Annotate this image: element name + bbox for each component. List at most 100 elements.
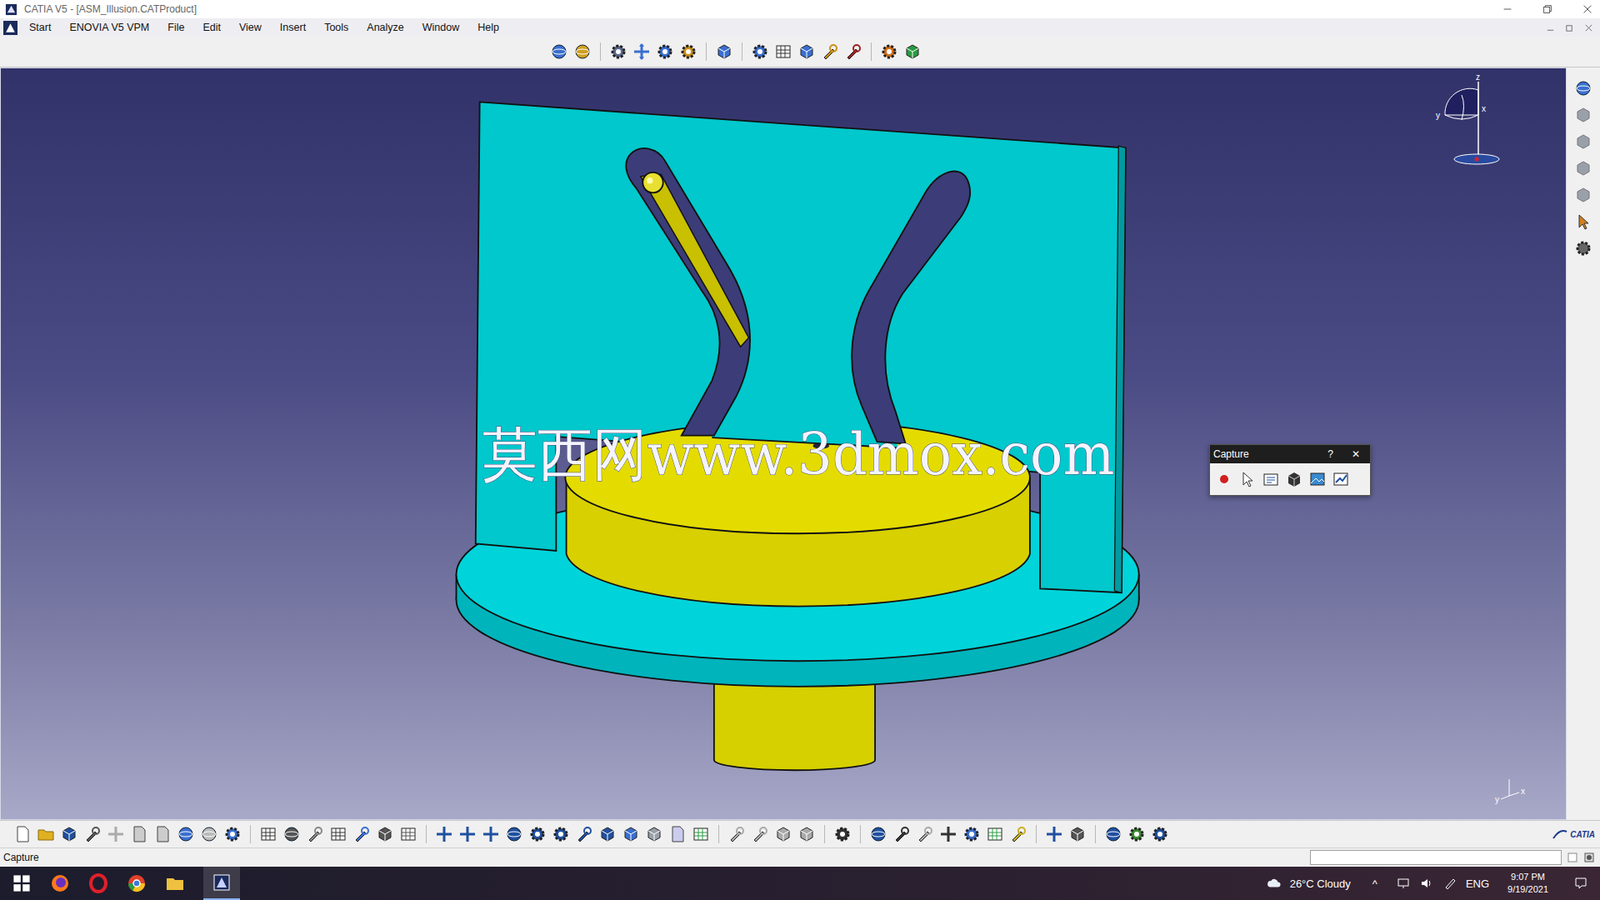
menu-item[interactable]: View — [239, 21, 262, 34]
sphere-icon[interactable] — [573, 42, 592, 61]
cloud-icon[interactable] — [1266, 876, 1282, 890]
cube-icon[interactable] — [797, 42, 816, 61]
cube-icon[interactable] — [621, 825, 640, 844]
sphere-icon[interactable] — [1104, 825, 1123, 844]
gear-icon[interactable] — [1574, 239, 1593, 258]
capture-dialog[interactable]: Capture?✕ — [1209, 444, 1371, 496]
close-button[interactable]: ✕ — [1348, 448, 1364, 460]
volume-icon[interactable] — [1419, 876, 1435, 890]
tool-icon[interactable] — [915, 825, 935, 844]
input-language[interactable]: ENG — [1465, 877, 1490, 890]
grid-icon[interactable] — [259, 825, 278, 844]
sphere-icon[interactable] — [550, 42, 569, 61]
tool-icon[interactable] — [352, 825, 371, 844]
cross-icon[interactable] — [106, 825, 125, 844]
cross-icon[interactable] — [481, 825, 500, 844]
cube-icon[interactable] — [645, 825, 664, 844]
cross-icon[interactable] — [1045, 825, 1064, 844]
grid-icon[interactable] — [1261, 470, 1280, 489]
gear-icon[interactable] — [880, 42, 899, 61]
tray-chevron[interactable]: ^ — [1372, 877, 1378, 890]
cube-icon[interactable] — [1574, 132, 1593, 151]
cross-icon[interactable] — [939, 825, 958, 844]
help-button[interactable]: ? — [1324, 448, 1337, 460]
chrome-icon[interactable] — [126, 873, 147, 894]
windows-start-icon[interactable] — [11, 873, 32, 894]
tool-icon[interactable] — [305, 825, 325, 844]
follower-arm[interactable] — [640, 174, 750, 347]
compass-icon[interactable]: zyx — [1428, 71, 1504, 176]
tool-icon[interactable] — [750, 825, 770, 844]
menu-item[interactable]: Tools — [324, 21, 349, 34]
grid-icon[interactable] — [985, 825, 1005, 844]
close-icon[interactable] — [1581, 3, 1594, 15]
gear-icon[interactable] — [750, 42, 770, 61]
catia-task-button[interactable] — [203, 866, 240, 900]
stop-icon[interactable] — [1583, 851, 1595, 864]
cube-icon[interactable] — [1068, 825, 1087, 844]
menu-item[interactable]: Help — [477, 21, 500, 34]
tool-icon[interactable] — [1331, 470, 1350, 489]
follower-pin[interactable] — [642, 172, 663, 193]
grid-icon[interactable] — [329, 825, 348, 844]
menu-item[interactable]: Insert — [280, 21, 306, 34]
cube-icon[interactable] — [797, 825, 816, 844]
mdi-close-icon[interactable] — [1584, 23, 1594, 33]
tool-icon[interactable] — [83, 825, 102, 844]
cube-icon[interactable] — [60, 825, 79, 844]
cross-icon[interactable] — [458, 825, 477, 844]
doc-icon[interactable] — [153, 825, 172, 844]
mdi-minimize-icon[interactable] — [1545, 23, 1555, 33]
cube-icon[interactable] — [1285, 470, 1304, 489]
gear-icon[interactable] — [962, 825, 981, 844]
minimize-icon[interactable] — [1501, 3, 1514, 15]
tool-icon[interactable] — [844, 42, 863, 61]
tool-icon[interactable] — [575, 825, 594, 844]
folder-icon[interactable] — [36, 825, 55, 844]
command-list-icon[interactable] — [1566, 851, 1579, 864]
doc-icon[interactable] — [1308, 470, 1327, 489]
cube-icon[interactable] — [715, 42, 734, 61]
sphere-icon[interactable] — [176, 825, 195, 844]
network-icon[interactable] — [1395, 876, 1411, 890]
sphere-icon[interactable] — [200, 825, 219, 844]
cube-icon[interactable] — [1574, 185, 1593, 205]
menu-item[interactable]: Window — [422, 21, 460, 34]
cube-icon[interactable] — [375, 825, 395, 844]
sphere-icon[interactable] — [282, 825, 301, 844]
firefox-icon[interactable] — [50, 873, 70, 894]
cross-icon[interactable] — [1574, 212, 1593, 231]
cube-icon[interactable] — [598, 825, 617, 844]
sphere-icon[interactable] — [505, 825, 524, 844]
pen-icon[interactable] — [1442, 876, 1458, 890]
gear-icon[interactable] — [679, 42, 698, 61]
3d-viewport[interactable]: 莫西网www.3dmox.comzyxyxCapture?✕ — [0, 67, 1567, 820]
gear-icon[interactable] — [551, 825, 570, 844]
menu-item[interactable]: ENOVIA V5 VPM — [69, 21, 150, 34]
tool-icon[interactable] — [892, 825, 911, 844]
tool-icon[interactable] — [727, 825, 746, 844]
grid-icon[interactable] — [774, 42, 793, 61]
gear-icon[interactable] — [1127, 825, 1146, 844]
sphere-icon[interactable] — [869, 825, 888, 844]
cube-icon[interactable] — [1574, 159, 1593, 178]
tool-icon[interactable] — [820, 42, 840, 61]
opera-icon[interactable] — [88, 873, 109, 894]
menu-item[interactable]: Analyze — [366, 21, 404, 34]
grid-icon[interactable] — [399, 825, 418, 844]
record-icon[interactable] — [1215, 470, 1234, 489]
notification-icon[interactable] — [1573, 876, 1589, 890]
cross-icon[interactable] — [1238, 470, 1257, 489]
file-explorer-icon[interactable] — [165, 873, 185, 894]
command-input[interactable] — [1310, 850, 1562, 865]
menu-item[interactable]: File — [167, 21, 185, 34]
clock[interactable]: 9:07 PM9/19/2021 — [1507, 870, 1549, 896]
tool-icon[interactable] — [1009, 825, 1028, 844]
cross-icon[interactable] — [435, 825, 454, 844]
gear-icon[interactable] — [528, 825, 547, 844]
gear-icon[interactable] — [609, 42, 628, 61]
capture-title-bar[interactable]: Capture?✕ — [1210, 445, 1370, 464]
cube-icon[interactable] — [1574, 105, 1593, 125]
gear-icon[interactable] — [655, 42, 675, 61]
gear-icon[interactable] — [833, 825, 852, 844]
